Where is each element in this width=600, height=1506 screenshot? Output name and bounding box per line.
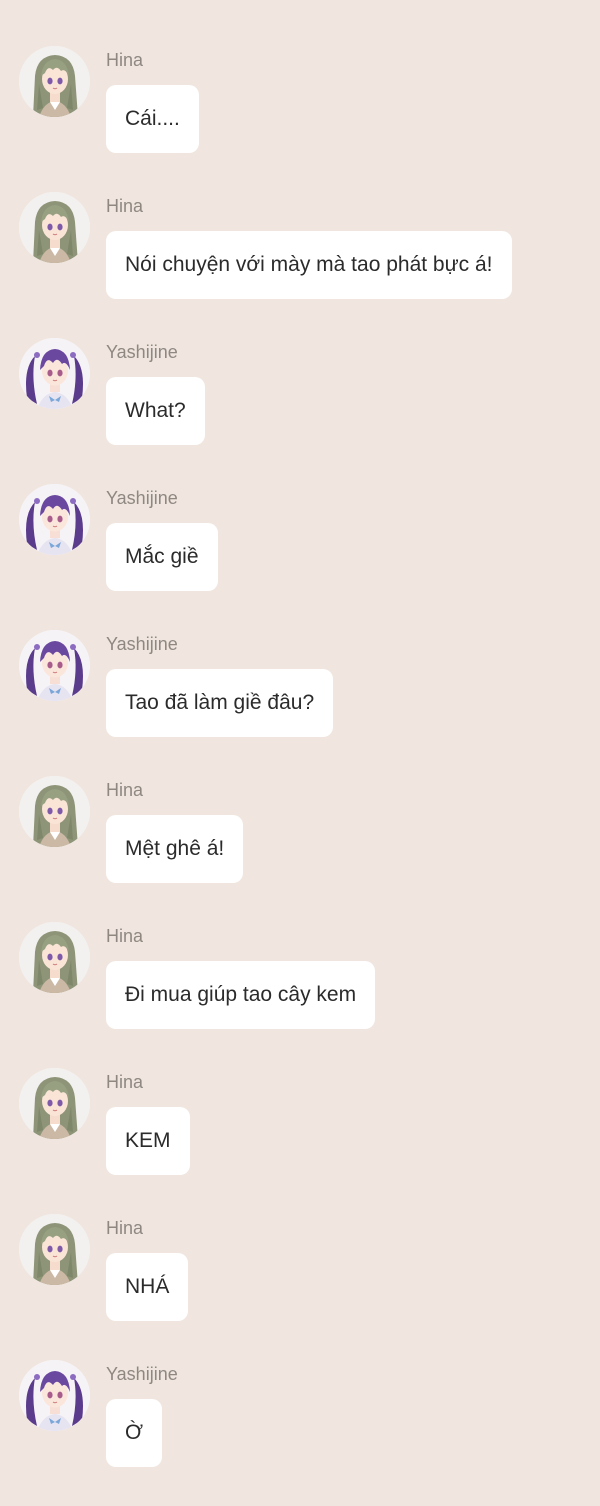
hina-avatar[interactable] — [19, 1068, 90, 1139]
message-row: Hina NHÁ — [0, 1214, 600, 1360]
hina-avatar[interactable] — [19, 1214, 90, 1285]
message-row: Yashijine Tao đã làm giề đâu? — [0, 630, 600, 776]
sender-name: Hina — [106, 196, 144, 216]
sender-name: Yashijine — [106, 488, 178, 508]
message-bubble[interactable]: KEM — [106, 1107, 190, 1175]
sender-name: Hina — [106, 50, 144, 70]
sender-name: Yashijine — [106, 342, 178, 362]
message-row: Yashijine What? — [0, 338, 600, 484]
sender-name: Yashijine — [106, 1364, 178, 1384]
hina-avatar[interactable] — [19, 46, 90, 117]
message-bubble[interactable]: Ờ — [106, 1399, 163, 1467]
message-row: Hina Nói chuyện với mày mà tao phát bực … — [0, 192, 600, 338]
yashijine-avatar[interactable] — [19, 630, 90, 701]
sender-name: Hina — [106, 1072, 144, 1092]
message-bubble[interactable]: What? — [106, 377, 205, 445]
yashijine-avatar[interactable] — [19, 1360, 90, 1431]
message-bubble[interactable]: Đi mua giúp tao cây kem — [106, 961, 376, 1029]
hina-avatar[interactable] — [19, 192, 90, 263]
sender-name: Yashijine — [106, 634, 178, 654]
message-bubble[interactable]: Cái.... — [106, 85, 199, 153]
sender-name: Hina — [106, 780, 144, 800]
sender-name: Hina — [106, 926, 144, 946]
message-bubble[interactable]: Tao đã làm giề đâu? — [106, 669, 334, 737]
hina-avatar[interactable] — [19, 776, 90, 847]
message-bubble[interactable]: Mệt ghê á! — [106, 815, 244, 883]
sender-name: Hina — [106, 1218, 144, 1238]
message-row: Hina Đi mua giúp tao cây kem — [0, 922, 600, 1068]
message-bubble[interactable]: NHÁ — [106, 1253, 189, 1321]
yashijine-avatar[interactable] — [19, 338, 90, 409]
message-row: Hina Mệt ghê á! — [0, 776, 600, 922]
yashijine-avatar[interactable] — [19, 484, 90, 555]
message-row: Yashijine Mắc giề — [0, 484, 600, 630]
message-bubble[interactable]: Mắc giề — [106, 523, 218, 591]
message-row: Yashijine Ờ — [0, 1360, 600, 1506]
message-row: Hina Cái.... — [0, 46, 600, 192]
hina-avatar[interactable] — [19, 922, 90, 993]
message-row: Hina KEM — [0, 1068, 600, 1214]
message-bubble[interactable]: Nói chuyện với mày mà tao phát bực á! — [106, 231, 512, 299]
